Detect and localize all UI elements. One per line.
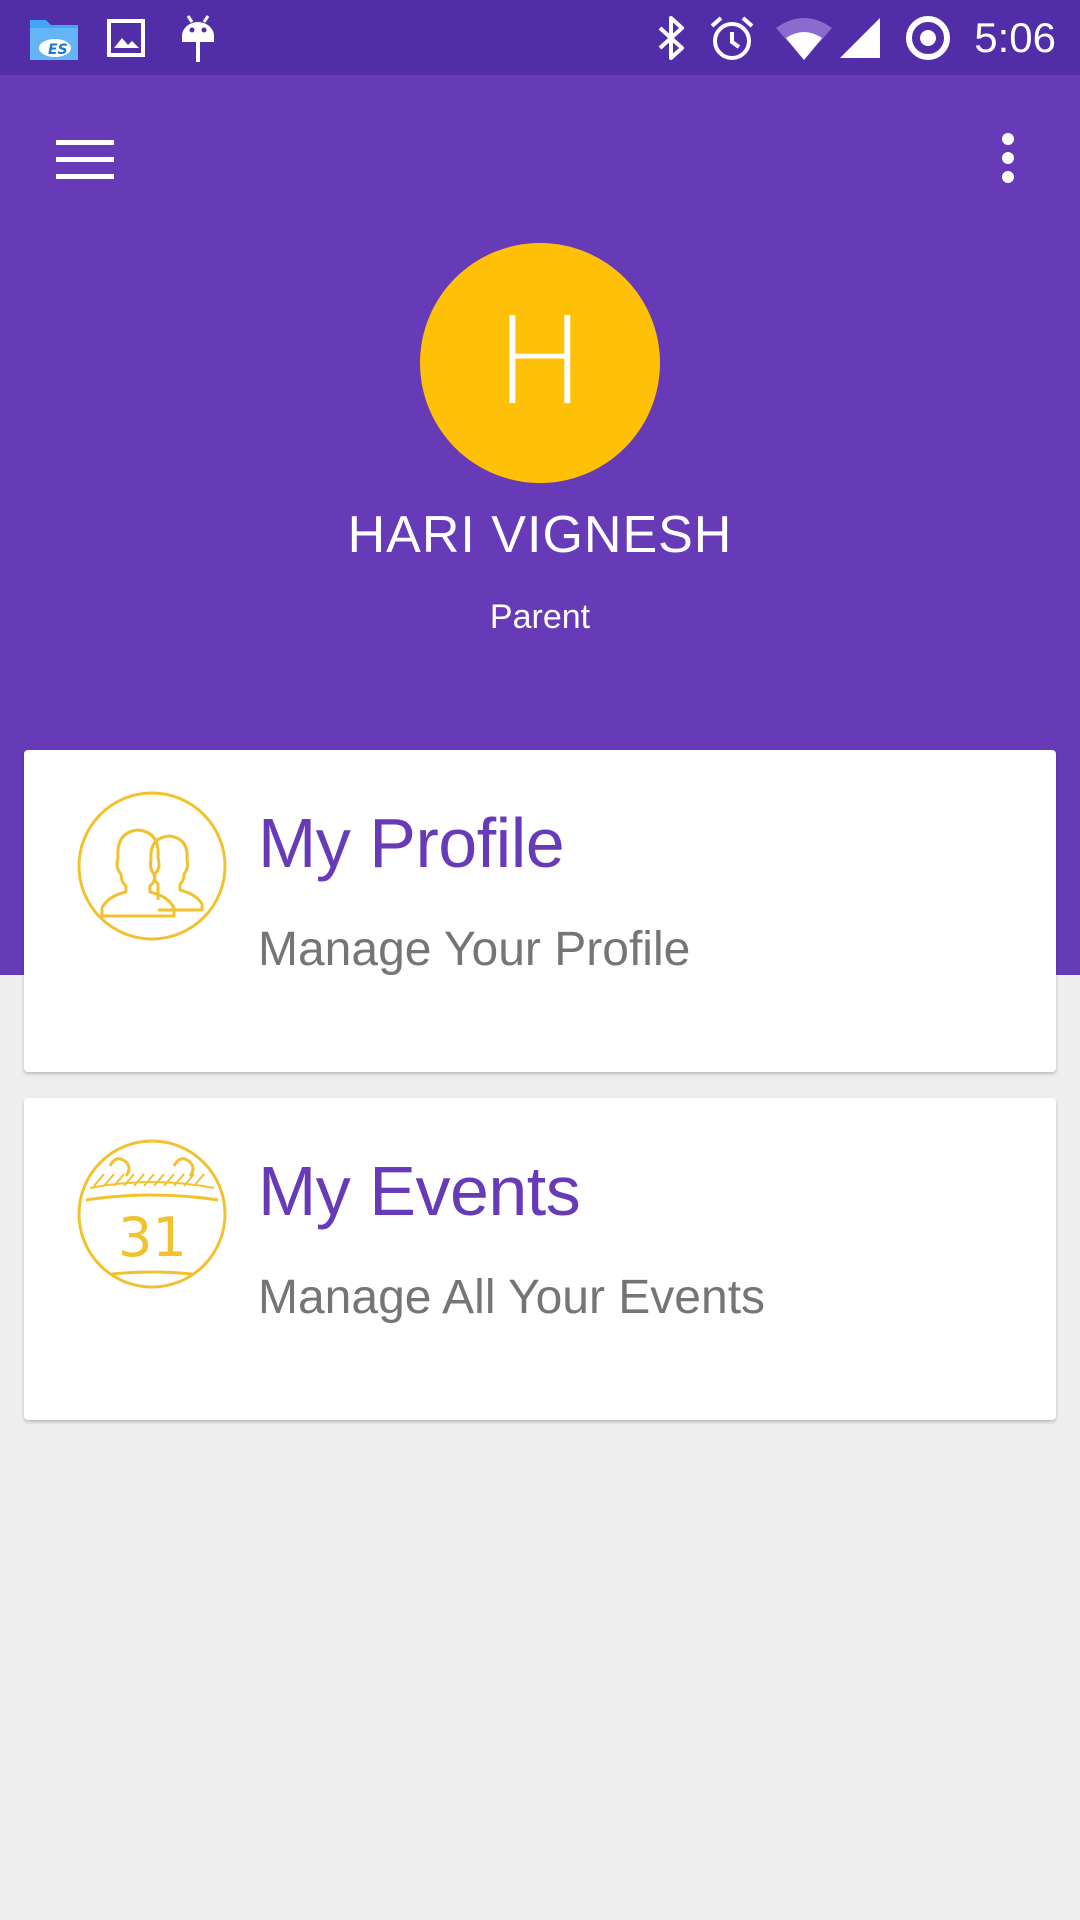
sync-icon	[904, 14, 952, 67]
card-title: My Profile	[258, 804, 565, 882]
more-vert-icon	[980, 115, 1036, 205]
status-bar: ES 5:06	[0, 0, 1080, 75]
bluetooth-icon	[654, 14, 688, 67]
card-subtitle: Manage Your Profile	[258, 923, 691, 976]
alarm-icon	[708, 14, 756, 67]
overflow-menu-button[interactable]	[980, 115, 1036, 205]
clock-time: 5:06	[974, 14, 1056, 61]
my-profile-card[interactable]: My Profile Manage Your Profile	[24, 750, 1056, 1072]
wifi-icon	[774, 16, 834, 65]
card-title: My Events	[258, 1152, 581, 1230]
es-file-explorer-icon: ES	[28, 14, 80, 67]
user-name: HARI VIGNESH	[347, 506, 733, 564]
cell-signal-icon	[838, 16, 882, 65]
android-debug-icon	[178, 14, 218, 69]
calendar-icon: 31	[76, 1138, 228, 1290]
avatar: H	[420, 243, 660, 483]
calendar-date-text: 31	[118, 1206, 187, 1269]
card-subtitle: Manage All Your Events	[258, 1271, 766, 1324]
image-icon	[106, 18, 146, 63]
users-icon	[76, 790, 228, 942]
svg-text:ES: ES	[48, 42, 68, 58]
hamburger-menu-icon	[40, 115, 130, 205]
my-events-card[interactable]: 31 My Events Manage All Your Events	[24, 1098, 1056, 1420]
menu-button[interactable]	[40, 115, 130, 205]
user-role: Parent	[489, 598, 591, 636]
